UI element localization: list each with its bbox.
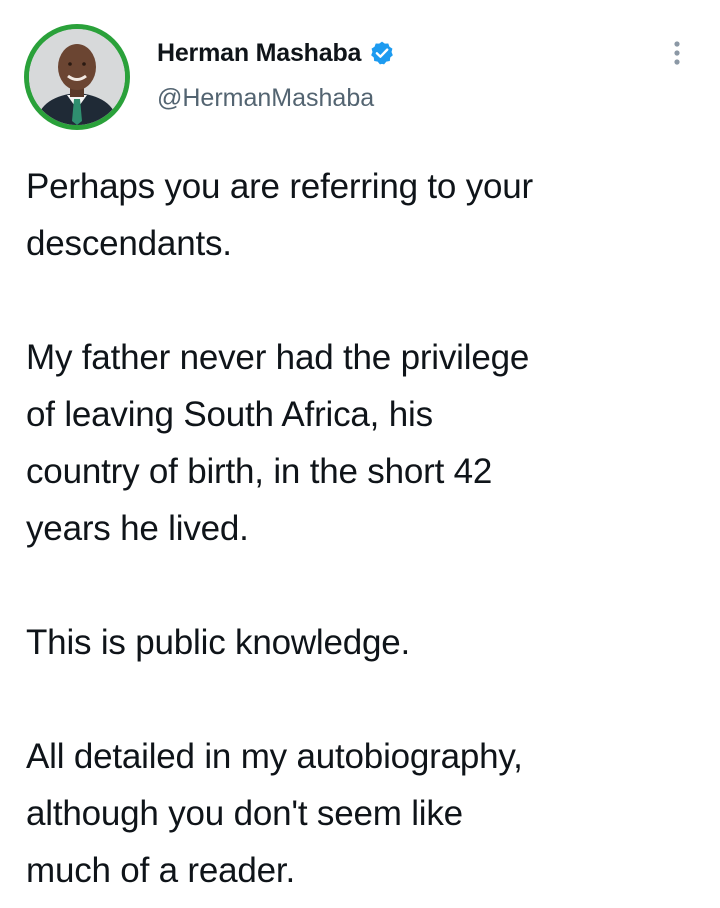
more-vertical-icon[interactable] xyxy=(670,38,684,68)
tweet-text: Perhaps you are referring to your descen… xyxy=(26,158,696,899)
tweet-card: Herman Mashaba @HermanMashaba Perhaps yo… xyxy=(0,0,720,908)
avatar[interactable] xyxy=(24,24,130,130)
tweet-paragraph: My father never had the privilege of lea… xyxy=(26,338,530,548)
avatar-photo xyxy=(29,29,125,125)
tweet-paragraph: All detailed in my autobiography, althou… xyxy=(26,737,523,890)
display-name[interactable]: Herman Mashaba xyxy=(157,39,361,68)
author-handle[interactable]: @HermanMashaba xyxy=(157,84,374,113)
tweet-paragraph: This is public knowledge. xyxy=(26,623,411,662)
verified-badge-icon xyxy=(369,40,395,66)
tweet-paragraph: Perhaps you are referring to your descen… xyxy=(26,167,534,263)
author-name-row[interactable]: Herman Mashaba xyxy=(157,36,395,70)
